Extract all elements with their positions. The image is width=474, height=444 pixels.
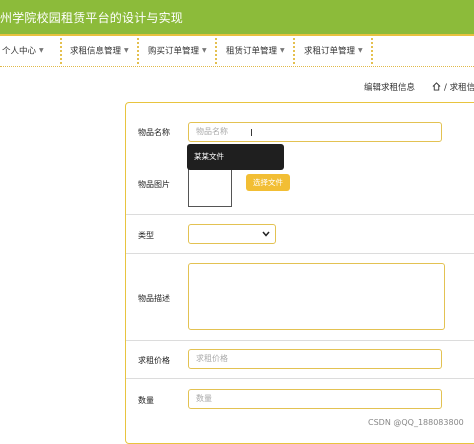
quantity-input[interactable]: 数量 <box>188 389 442 409</box>
description-label: 物品描述 <box>138 294 170 303</box>
nav-item-personal-center[interactable]: 个人中心 ▼ <box>2 36 44 66</box>
chevron-down-icon: ▼ <box>202 47 207 54</box>
nav-separator <box>215 38 217 64</box>
nav-separator <box>293 38 295 64</box>
nav-item-label: 购买订单管理 <box>148 46 200 57</box>
nav-item-label: 求租订单管理 <box>304 46 356 57</box>
description-textarea[interactable] <box>188 263 445 330</box>
tooltip: 某某文件 <box>187 144 284 170</box>
name-label: 物品名称 <box>138 128 170 137</box>
nav-separator <box>371 38 373 64</box>
chevron-down-icon: ▼ <box>280 47 285 54</box>
price-input[interactable]: 求租价格 <box>188 349 442 369</box>
site-title: 州学院校园租赁平台的设计与实现 <box>0 11 184 25</box>
chevron-down-icon: ▼ <box>124 47 129 54</box>
nav-item-rent-request-info[interactable]: 求租信息管理 ▼ <box>70 36 129 66</box>
row-divider <box>126 378 474 379</box>
watermark: CSDN @QQ_188083800 <box>368 418 464 427</box>
nav-item-label: 求租信息管理 <box>70 46 122 57</box>
type-label: 类型 <box>138 231 154 240</box>
nav-item-rent-request-orders[interactable]: 求租订单管理 ▼ <box>304 36 363 66</box>
top-header: 州学院校园租赁平台的设计与实现 <box>0 0 474 34</box>
row-divider <box>126 214 474 215</box>
text-cursor-icon: I <box>250 128 253 139</box>
nav-item-label: 个人中心 <box>2 46 37 57</box>
row-divider <box>126 253 474 254</box>
item-name-input[interactable]: 物品名称 <box>188 122 442 142</box>
choose-file-button[interactable]: 选择文件 <box>246 174 290 191</box>
breadcrumb: / 求租信 <box>432 81 474 93</box>
image-preview <box>188 165 232 207</box>
row-divider <box>126 340 474 341</box>
image-label: 物品图片 <box>138 180 170 189</box>
chevron-down-icon: ▼ <box>358 47 363 54</box>
main-nav: 个人中心 ▼ 求租信息管理 ▼ 购买订单管理 ▼ 租赁订单管理 ▼ 求租订单管理 ▼ <box>0 36 474 67</box>
home-icon[interactable] <box>432 82 441 91</box>
nav-separator <box>137 38 139 64</box>
nav-item-label: 租赁订单管理 <box>226 46 278 57</box>
breadcrumb-current: 编辑求租信息 <box>364 83 416 93</box>
type-select[interactable] <box>188 224 276 244</box>
nav-item-purchase-orders[interactable]: 购买订单管理 ▼ <box>148 36 207 66</box>
nav-item-lease-orders[interactable]: 租赁订单管理 ▼ <box>226 36 285 66</box>
chevron-down-icon: ▼ <box>39 47 44 54</box>
price-label: 求租价格 <box>138 356 170 365</box>
breadcrumb-path: / 求租信 <box>444 83 474 93</box>
quantity-label: 数量 <box>138 396 154 405</box>
chevron-down-icon <box>262 231 270 237</box>
nav-separator <box>60 38 62 64</box>
